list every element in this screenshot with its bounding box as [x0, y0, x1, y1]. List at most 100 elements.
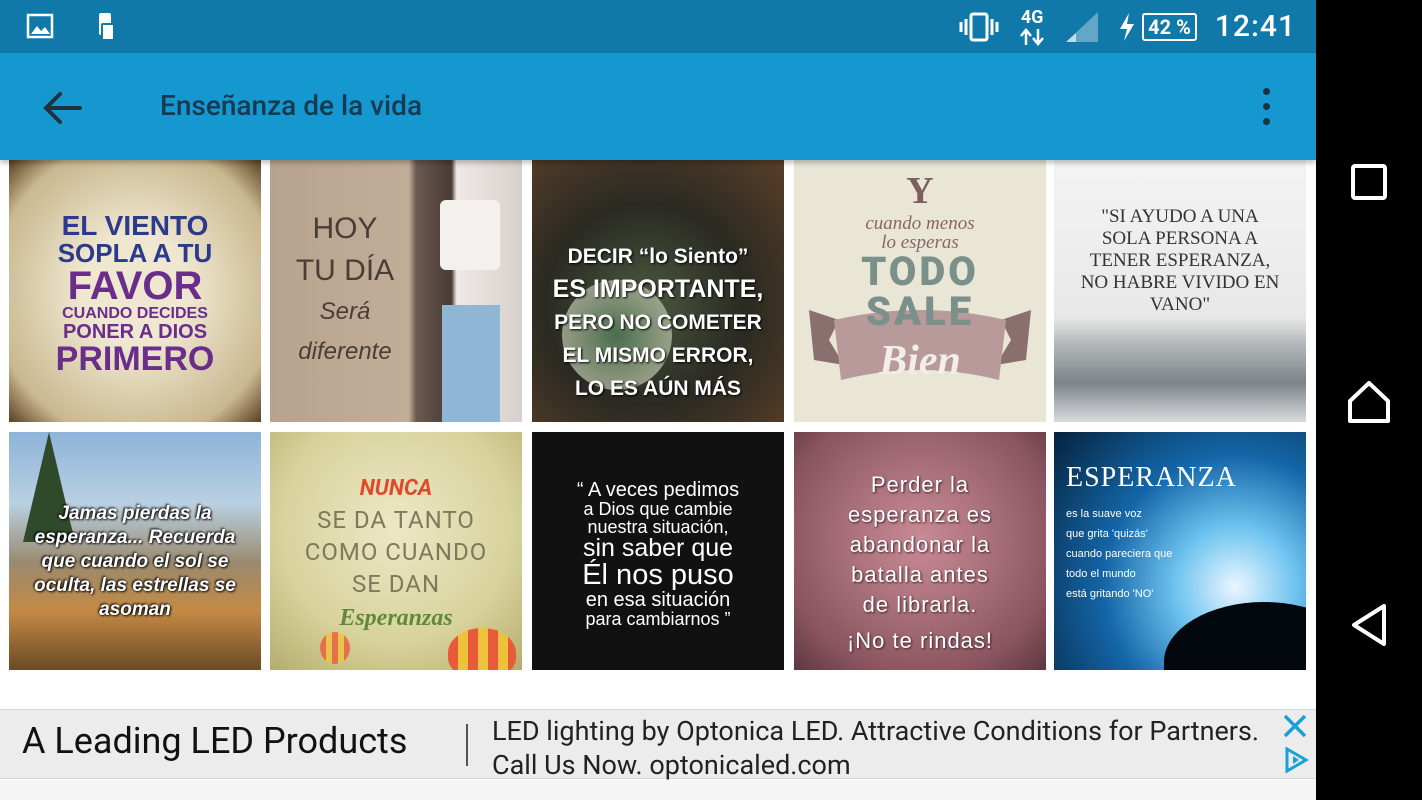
more-vert-icon: [1262, 87, 1270, 95]
caption-line: FAVOR: [67, 264, 203, 308]
caption-line: Y: [906, 170, 934, 212]
bottom-strip: [0, 780, 1316, 800]
caption-line: “ A veces pedimos: [576, 479, 740, 501]
caption-line: cuando menos: [865, 213, 975, 234]
ad-body-text[interactable]: LED lighting by Optonica LED. Attractive…: [492, 714, 1262, 782]
caption-line: SOLA PERSONA A: [1101, 228, 1259, 249]
image-tile-9[interactable]: Perder la esperanza es abandonar la bata…: [794, 432, 1046, 670]
back-button[interactable]: [40, 86, 84, 130]
caption-line: VANO": [1149, 294, 1211, 315]
image-tile-1[interactable]: EL VIENTO SOPLA A TU FAVOR CUANDO DECIDE…: [9, 160, 261, 422]
caption-line: cuando pareciera que: [1066, 548, 1173, 560]
ad-divider: [466, 724, 468, 766]
image-caption: Jamas pierdas la esperanza... Recuerda q…: [9, 502, 261, 622]
caption-line: asoman: [99, 599, 171, 620]
caption-line: "SI AYUDO A UNA: [1101, 206, 1259, 227]
clock: 12:41: [1214, 9, 1296, 44]
image-tile-4[interactable]: Y cuando menos lo esperas TODO SALE Bien: [794, 160, 1046, 422]
caption-line: HOY: [312, 212, 378, 245]
more-vert-icon-dot: [1262, 102, 1270, 110]
caption-line: está gritando 'NO': [1066, 588, 1154, 600]
image-tile-7[interactable]: NUNCA SE DA TANTO COMO CUANDO SE DAN Esp…: [270, 432, 522, 670]
caption-line: batalla antes: [851, 562, 989, 587]
caption-line: CUANDO DECIDES: [62, 305, 208, 322]
hot-air-balloon: [320, 632, 350, 664]
caption-line: DECIR “lo Siento”: [567, 245, 749, 268]
home-button[interactable]: [1344, 377, 1394, 427]
image-grid: EL VIENTO SOPLA A TU FAVOR CUANDO DECIDE…: [0, 160, 1316, 672]
image-caption: “ A veces pedimos a Dios que cambie nues…: [532, 480, 784, 628]
caption-line: esperanza es: [847, 502, 993, 527]
caption-line: SE DAN: [351, 570, 441, 598]
caption-line: de librarla.: [862, 592, 978, 617]
caption-line: ES IMPORTANTE,: [552, 275, 764, 303]
caption-line: Perder la: [870, 472, 970, 497]
status-right-icons: 4G 42 % 12:41: [958, 0, 1296, 53]
caption-line: es la suave voz: [1066, 508, 1142, 520]
image-tile-10[interactable]: ESPERANZA es la suave voz que grita 'qui…: [1054, 432, 1306, 670]
back-triangle-icon: [1352, 604, 1386, 646]
image-tile-3[interactable]: DECIR “lo Siento” ES IMPORTANTE, PERO NO…: [532, 160, 784, 422]
caption-line: NUNCA: [359, 476, 433, 501]
ad-banner[interactable]: A Leading LED Products LED lighting by O…: [0, 709, 1316, 782]
caption-line: Él nos puso: [582, 559, 734, 591]
arrow-left-icon: [43, 92, 82, 124]
caption-line: oculta, las estrellas se: [34, 575, 236, 596]
caption-line: TODO: [861, 248, 979, 295]
image-tile-5[interactable]: "SI AYUDO A UNA SOLA PERSONA A TENER ESP…: [1054, 160, 1306, 422]
image-caption: DECIR “lo Siento” ES IMPORTANTE, PERO NO…: [532, 240, 784, 405]
more-vert-icon-dot: [1262, 117, 1270, 125]
caption-line: TENER ESPERANZA,: [1089, 250, 1271, 271]
more-options-button[interactable]: [1250, 83, 1282, 129]
signal-icon: [1066, 11, 1099, 42]
adchoices-button[interactable]: [1282, 746, 1310, 774]
caption-line: LO ES AÚN MÁS: [574, 377, 742, 400]
image-caption: HOY TU DÍA Será diferente: [270, 208, 420, 372]
caption-line: PONER A DIOS: [62, 321, 208, 343]
image-tile-6[interactable]: Jamas pierdas la esperanza... Recuerda q…: [9, 432, 261, 670]
system-navigation-bar: [1316, 0, 1422, 800]
caption-line: en esa situación: [585, 589, 731, 611]
image-caption: NUNCA SE DA TANTO COMO CUANDO SE DAN Esp…: [270, 476, 522, 631]
vibrate-icon: [959, 12, 999, 41]
caption-line: todo el mundo: [1066, 568, 1136, 580]
caption-line: que grita 'quizás': [1066, 528, 1148, 540]
caption-line: abandonar la: [849, 532, 991, 557]
image-tile-2[interactable]: HOY TU DÍA Será diferente: [270, 160, 522, 422]
caption-line: TU DÍA: [295, 254, 395, 287]
ad-headline[interactable]: A Leading LED Products: [22, 720, 407, 762]
battery-indicator: 42 %: [1118, 12, 1197, 42]
adchoices-icon: [1285, 746, 1309, 774]
caption-line: Jamas pierdas la: [58, 503, 212, 524]
network-type: 4G: [1018, 6, 1046, 46]
caption-body: es la suave voz que grita 'quizás' cuand…: [1066, 504, 1237, 604]
hill-silhouette: [1164, 602, 1306, 670]
caption-line: Esperanzas: [339, 605, 453, 631]
app-bar: Enseñanza de la vida: [0, 53, 1316, 160]
caption-line: sin saber que: [582, 534, 734, 562]
network-label: 4G: [1020, 6, 1044, 28]
caption-line: SE DA TANTO: [317, 506, 475, 534]
caption-line: PRIMERO: [55, 340, 215, 378]
recents-square-icon: [1351, 164, 1387, 200]
caption-line: que cuando el sol se: [41, 551, 229, 572]
image-caption: ESPERANZA es la suave voz que grita 'qui…: [1066, 462, 1237, 604]
caption-line: COMO CUANDO: [304, 538, 488, 566]
charging-icon: [1120, 12, 1135, 41]
ad-close-button[interactable]: [1281, 712, 1309, 740]
image-caption: "SI AYUDO A UNA SOLA PERSONA A TENER ESP…: [1054, 206, 1306, 316]
image-caption: Perder la esperanza es abandonar la bata…: [794, 470, 1046, 656]
caption-line: ¡No te rindas!: [846, 628, 994, 653]
recents-button[interactable]: [1344, 157, 1394, 207]
caption-line: para cambiarnos ”: [585, 609, 731, 629]
status-left-icons: [26, 12, 118, 42]
caption-line: EL MISMO ERROR,: [562, 344, 754, 367]
image-caption: Y cuando menos lo esperas TODO SALE Bien: [794, 172, 1046, 382]
image-tile-8[interactable]: “ A veces pedimos a Dios que cambie nues…: [532, 432, 784, 670]
caption-line: SOPLA A TU: [57, 238, 213, 268]
home-icon: [1348, 381, 1390, 423]
gallery-icon: [26, 13, 54, 39]
caption-line: SALE: [865, 288, 975, 335]
system-back-button[interactable]: [1344, 600, 1394, 650]
caption-line: a Dios que cambie: [583, 499, 733, 519]
